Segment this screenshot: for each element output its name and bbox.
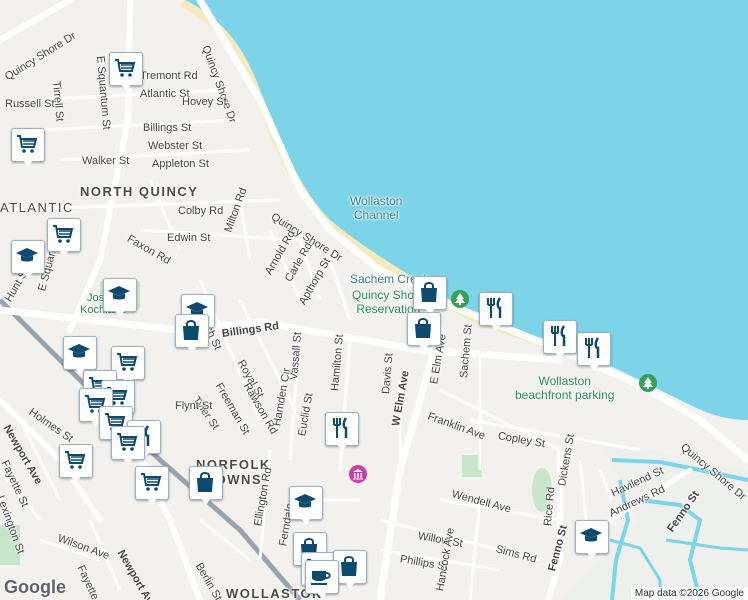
pin-tip bbox=[344, 581, 356, 589]
shopping-cart-icon bbox=[17, 135, 38, 153]
park-marker-reservation[interactable] bbox=[451, 290, 469, 308]
graduation-cap-icon bbox=[68, 344, 90, 358]
cart-pin[interactable] bbox=[59, 444, 93, 484]
shopping-cart-icon bbox=[141, 473, 162, 491]
pin-tip bbox=[22, 271, 34, 279]
pin-tip bbox=[186, 345, 198, 353]
coffee-cup-icon bbox=[311, 571, 331, 585]
google-logo: Google bbox=[4, 577, 66, 597]
graduation-cap-icon bbox=[108, 286, 130, 300]
cart-pin[interactable] bbox=[47, 218, 81, 258]
school-pin[interactable] bbox=[575, 520, 609, 560]
cart-pin[interactable] bbox=[135, 466, 169, 506]
shopping-cart-icon bbox=[115, 59, 136, 77]
school-pin[interactable] bbox=[11, 240, 45, 280]
pin-tip bbox=[22, 159, 34, 167]
school-pin[interactable] bbox=[289, 486, 323, 526]
map-canvas[interactable]: Quincy Shore Dr Quincy Shore Dr Quincy S… bbox=[0, 0, 748, 600]
bag-pin[interactable] bbox=[175, 314, 209, 354]
pin-tip bbox=[200, 497, 212, 505]
fork-knife-icon bbox=[585, 337, 600, 358]
park-marker-beachfront[interactable] bbox=[639, 374, 657, 392]
pin-tip bbox=[114, 309, 126, 317]
pin-tip bbox=[586, 551, 598, 559]
shopping-bag-icon bbox=[415, 318, 431, 338]
pin-tip bbox=[490, 323, 502, 331]
shopping-bag-icon bbox=[421, 282, 437, 302]
pin-tip bbox=[58, 249, 70, 257]
dining-pin[interactable] bbox=[577, 332, 611, 372]
pin-tip bbox=[554, 351, 566, 359]
shopping-bag-icon bbox=[183, 320, 199, 340]
graduation-cap-icon bbox=[580, 528, 602, 542]
shopping-cart-icon bbox=[117, 353, 138, 371]
pin-tip bbox=[122, 457, 134, 465]
building-icon bbox=[353, 469, 363, 480]
cafe-pin[interactable] bbox=[305, 560, 339, 600]
graduation-cap-icon bbox=[16, 248, 38, 262]
shopping-cart-icon bbox=[117, 433, 138, 451]
landmark-marker[interactable] bbox=[349, 465, 367, 483]
tree-icon bbox=[643, 377, 653, 389]
school-pin[interactable] bbox=[103, 278, 137, 318]
bag-pin[interactable] bbox=[407, 312, 441, 352]
dining-pin[interactable] bbox=[479, 292, 513, 332]
fork-knife-icon bbox=[551, 325, 566, 346]
cart-pin[interactable] bbox=[11, 128, 45, 168]
tree-icon bbox=[455, 293, 465, 305]
graduation-cap-icon bbox=[294, 494, 316, 508]
bag-pin[interactable] bbox=[189, 466, 223, 506]
shopping-bag-icon bbox=[197, 472, 213, 492]
fork-knife-icon bbox=[333, 417, 348, 438]
fork-knife-icon bbox=[487, 297, 502, 318]
shopping-cart-icon bbox=[65, 451, 86, 469]
cart-pin[interactable] bbox=[111, 426, 145, 466]
dining-pin[interactable] bbox=[543, 320, 577, 360]
shopping-cart-icon bbox=[53, 225, 74, 243]
bag-pin[interactable] bbox=[413, 276, 447, 316]
pin-tip bbox=[588, 363, 600, 371]
pin-tip bbox=[300, 517, 312, 525]
pin-tip bbox=[336, 443, 348, 451]
pin-tip bbox=[418, 343, 430, 351]
dining-pin[interactable] bbox=[325, 412, 359, 452]
map-attribution[interactable]: Map data ©2026 Google bbox=[630, 587, 748, 600]
pin-tip bbox=[70, 475, 82, 483]
pin-tip bbox=[316, 591, 328, 599]
pin-tip bbox=[146, 497, 158, 505]
cart-pin[interactable] bbox=[109, 52, 143, 92]
shopping-bag-icon bbox=[341, 556, 357, 576]
pin-tip bbox=[120, 83, 132, 91]
